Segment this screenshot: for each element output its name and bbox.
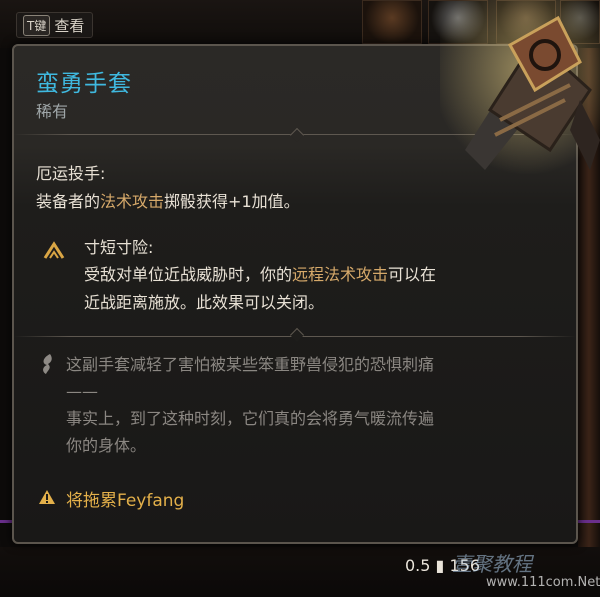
weight-icon: ▮: [435, 556, 445, 575]
inventory-slot-bracers[interactable]: [362, 0, 422, 44]
item-name: 蛮勇手套: [36, 71, 132, 97]
property-title: 厄运投手:: [36, 164, 106, 183]
lore-text: 这副手套减轻了害怕被某些笨重野兽侵犯的恐惧刺痛 —— 事实上，到了这种时刻，它们…: [66, 355, 435, 455]
toggle-property-title: 寸短寸险:: [84, 238, 154, 257]
ranged-spell-attack-link[interactable]: 远程法术攻击: [292, 265, 388, 284]
examine-label: 查看: [54, 16, 85, 35]
keycap-t: T键: [23, 14, 51, 36]
toggle-chevron-icon[interactable]: [42, 238, 66, 262]
watermark-url: www.111com.Net: [486, 575, 600, 590]
gauntlets-item-icon: [440, 0, 600, 175]
encumbrance-warning: 将拖累Feyfang: [66, 491, 185, 511]
item-rarity: 稀有: [36, 102, 69, 121]
examine-hint[interactable]: T键 查看: [16, 12, 94, 38]
spell-attack-link[interactable]: 法术攻击: [100, 192, 164, 211]
watermark-logo: 壹聚教程: [452, 552, 532, 576]
toggle-property-description: 受敌对单位近战威胁时，你的远程法术攻击可以在: [84, 265, 437, 284]
toggle-property-description-line2: 近战距离施放。此效果可以关闭。: [84, 293, 325, 312]
quill-icon: [43, 354, 52, 374]
warning-icon: [39, 490, 55, 504]
divider-notch: [289, 327, 305, 343]
weight-value: 0.5: [405, 556, 431, 575]
property-description: 装备者的法术攻击掷骰获得+1加值。: [36, 192, 300, 211]
